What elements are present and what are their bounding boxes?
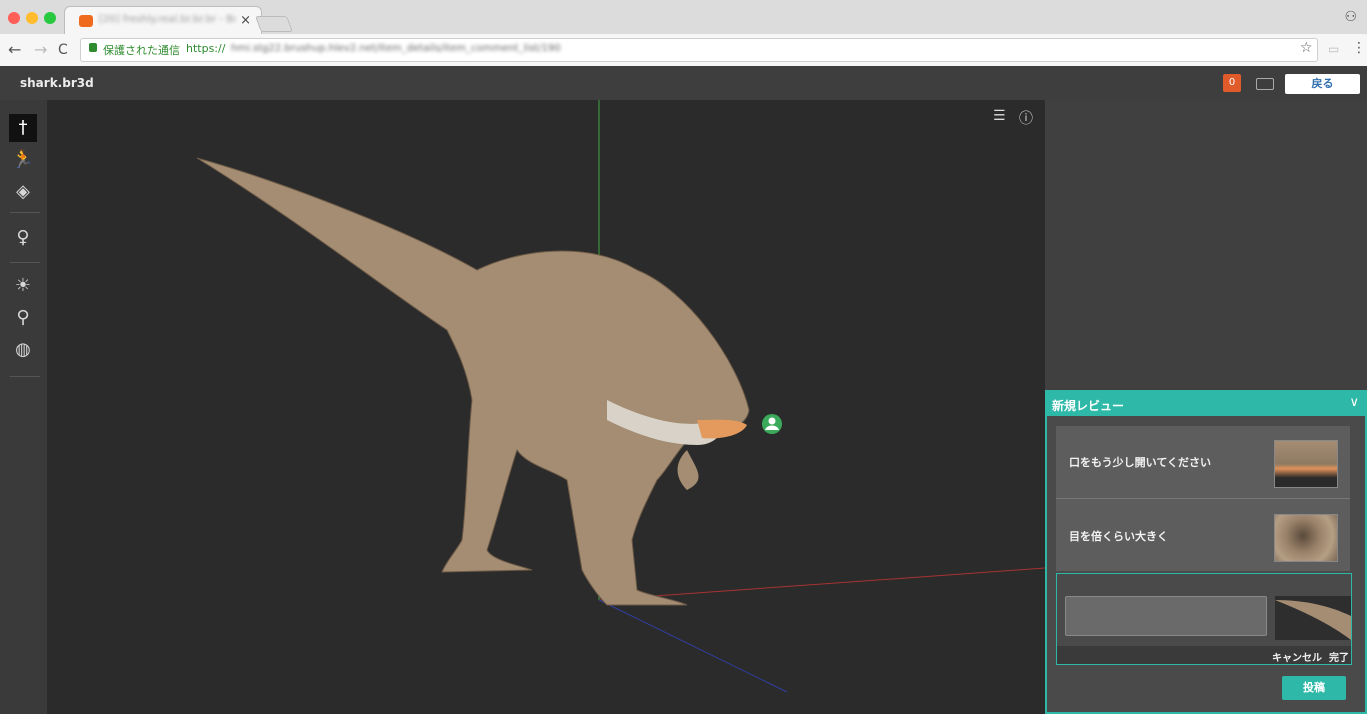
tab-close-icon[interactable]: ×: [240, 13, 251, 28]
editor-thumbnail[interactable]: [1275, 596, 1351, 640]
dinosaur-model: [196, 157, 750, 606]
comment-thumbnail[interactable]: [1274, 440, 1338, 488]
toolbar-divider: [10, 212, 40, 213]
tab-title: [20] freshly.real.br.br.br - Br...: [99, 14, 235, 24]
profile-icon[interactable]: ⚇: [1344, 9, 1357, 25]
tab-bar: [20] freshly.real.br.br.br - Br... × ⚇: [0, 0, 1367, 35]
x-axis-line: [598, 567, 1045, 601]
comment-count-badge[interactable]: 0: [1223, 74, 1241, 92]
comment-text: 目を倍くらい大きく: [1069, 530, 1168, 543]
outline-icon[interactable]: ☰: [993, 108, 1006, 124]
cancel-button[interactable]: キャンセル: [1272, 649, 1322, 664]
keyboard-icon[interactable]: [1256, 78, 1274, 90]
left-toolbar: † 🏃 ◈ ♀ ☀ ⚲ ◍: [0, 100, 47, 714]
scene-canvas[interactable]: [47, 100, 1045, 714]
editor-actions: キャンセル 完了: [1057, 646, 1351, 664]
review-comment-item[interactable]: 目を倍くらい大きく: [1056, 500, 1350, 570]
maximize-window-button[interactable]: [44, 12, 56, 24]
tab-favicon-icon: [79, 15, 93, 27]
toolbar-divider: [10, 376, 40, 377]
review-header[interactable]: 新規レビュー ∨: [1047, 392, 1365, 416]
browser-chrome: [20] freshly.real.br.br.br - Br... × ⚇ ←…: [0, 0, 1367, 67]
url-protocol: https://: [186, 42, 226, 55]
extension-icon[interactable]: ▭: [1328, 42, 1339, 56]
animation-tool-icon[interactable]: 🏃: [9, 146, 37, 174]
z-axis-line: [598, 599, 788, 693]
chevron-down-icon[interactable]: ∨: [1349, 395, 1359, 410]
navigation-bar: ← → C 保護された通信 https:// hmi.stg22.brushup…: [0, 34, 1367, 67]
bookmark-star-icon[interactable]: ☆: [1300, 40, 1313, 56]
url-text: hmi.stg22.brushup.hlev2.net/item_details…: [231, 43, 561, 53]
back-button[interactable]: 戻る: [1285, 74, 1360, 94]
comment-thumbnail[interactable]: [1274, 514, 1338, 562]
info-icon[interactable]: ⓘ: [1019, 108, 1033, 128]
3d-viewport[interactable]: ☰ ⓘ: [47, 100, 1045, 714]
browser-menu-icon[interactable]: ⋮: [1352, 40, 1366, 56]
lock-icon: [89, 43, 97, 52]
globe-tool-icon[interactable]: ◍: [9, 336, 37, 364]
reload-icon[interactable]: C: [58, 42, 68, 58]
review-title: 新規レビュー: [1052, 399, 1125, 413]
minimize-window-button[interactable]: [26, 12, 38, 24]
new-tab-button[interactable]: [255, 16, 293, 32]
close-window-button[interactable]: [8, 12, 20, 24]
pin-tool-icon[interactable]: ⚲: [9, 304, 37, 332]
review-comment-list: 口をもう少し開いてください 目を倍くらい大きく: [1056, 426, 1350, 571]
texture-tool-icon[interactable]: ◈: [9, 178, 37, 206]
file-name: shark.br3d: [20, 76, 94, 90]
comment-text: 口をもう少し開いてください: [1069, 456, 1212, 469]
secure-connection-label: 保護された通信: [103, 44, 180, 57]
app-header: shark.br3d 0 戻る: [0, 66, 1367, 100]
new-review-panel: 新規レビュー ∨ 口をもう少し開いてください 目を倍くらい大きく キャンセル 完…: [1045, 390, 1367, 714]
exposure-tool-icon[interactable]: ☀: [9, 272, 37, 300]
toolbar-divider: [10, 262, 40, 263]
review-comment-item[interactable]: 口をもう少し開いてください: [1056, 426, 1350, 496]
transform-tool-icon[interactable]: †: [9, 114, 37, 142]
comment-input[interactable]: [1065, 596, 1267, 636]
address-bar[interactable]: 保護された通信 https:// hmi.stg22.brushup.hlev2…: [80, 38, 1318, 62]
post-button[interactable]: 投稿: [1282, 676, 1346, 700]
back-arrow-icon[interactable]: ←: [8, 40, 21, 59]
done-button[interactable]: 完了: [1329, 649, 1349, 664]
comment-editor: キャンセル 完了: [1056, 573, 1352, 665]
forward-arrow-icon[interactable]: →: [34, 40, 47, 59]
browser-tab[interactable]: [20] freshly.real.br.br.br - Br... ×: [64, 6, 262, 35]
comment-divider: [1056, 498, 1350, 499]
light-tool-icon[interactable]: ♀: [9, 224, 37, 252]
